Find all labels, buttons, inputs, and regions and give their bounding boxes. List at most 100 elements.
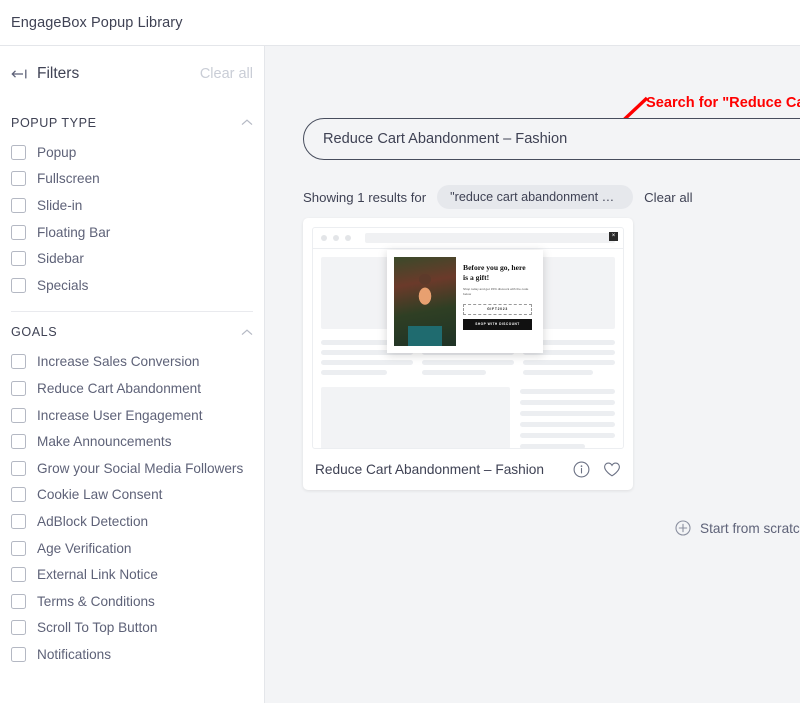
filter-option-specials[interactable]: Specials — [11, 272, 253, 299]
filter-option-scroll-to-top-button[interactable]: Scroll To Top Button — [11, 615, 253, 642]
window-titlebar: EngageBox Popup Library — [0, 0, 800, 46]
filter-option-grow-your-social-media-followers[interactable]: Grow your Social Media Followers — [11, 455, 253, 482]
filter-label: Cookie Law Consent — [37, 487, 163, 503]
filter-option-increase-sales-conversion[interactable]: Increase Sales Conversion — [11, 349, 253, 376]
close-icon[interactable]: × — [609, 232, 618, 241]
filter-label: Notifications — [37, 646, 112, 662]
filter-label: Reduce Cart Abandonment — [37, 380, 201, 396]
filter-option-adblock-detection[interactable]: AdBlock Detection — [11, 508, 253, 535]
template-card-footer: Reduce Cart Abandonment – Fashion — [312, 449, 624, 489]
popup-library-window: EngageBox Popup Library Filters Clear al… — [0, 0, 800, 703]
section-title-goals: GOALS — [11, 325, 58, 340]
heart-outline-icon[interactable] — [603, 461, 621, 478]
checkbox-sidebar[interactable] — [11, 251, 26, 267]
popup-headline: Before you go, here is a gift! — [463, 263, 526, 282]
section-title-popup-type: POPUP TYPE — [11, 115, 97, 130]
results-count-text: Showing 1 results for — [303, 189, 427, 205]
checkbox-fullscreen[interactable] — [11, 171, 26, 187]
skeleton-line — [520, 389, 615, 394]
checkbox-popup[interactable] — [11, 144, 26, 160]
checkbox-adblock-detection[interactable] — [11, 513, 26, 529]
filter-option-floating-bar[interactable]: Floating Bar — [11, 219, 253, 246]
search-query-chip[interactable]: "reduce cart abandonment – fas… — [437, 185, 634, 209]
skeleton-line — [422, 360, 514, 365]
annotation-text: Search for "Reduce Cart Abandonment – Fa… — [646, 95, 800, 111]
checkbox-specials[interactable] — [11, 277, 26, 293]
checkbox-external-link-notice[interactable] — [11, 567, 26, 583]
filter-label: Sidebar — [37, 251, 84, 267]
checkbox-reduce-cart-abandonment[interactable] — [11, 380, 26, 396]
filter-option-notifications[interactable]: Notifications — [11, 641, 253, 668]
checkbox-scroll-to-top-button[interactable] — [11, 620, 26, 636]
skeleton-line — [321, 370, 388, 375]
filter-label: Terms & Conditions — [37, 593, 155, 609]
template-card-title: Reduce Cart Abandonment – Fashion — [315, 461, 545, 477]
checkbox-terms-and-conditions[interactable] — [11, 593, 26, 609]
template-preview: Before you go, here is a gift! Shop toda… — [312, 227, 624, 449]
filter-option-external-link-notice[interactable]: External Link Notice — [11, 561, 253, 588]
filter-option-fullscreen[interactable]: Fullscreen — [11, 166, 253, 193]
filter-label: Specials — [37, 277, 89, 293]
sidebar-clear-all-button[interactable]: Clear all — [200, 66, 253, 82]
filter-option-terms-and-conditions[interactable]: Terms & Conditions — [11, 588, 253, 615]
filter-label: Slide-in — [37, 197, 83, 213]
filter-option-popup[interactable]: Popup — [11, 139, 253, 166]
filter-label: Popup — [37, 144, 77, 160]
checkbox-floating-bar[interactable] — [11, 224, 26, 240]
skeleton-line — [520, 400, 615, 405]
popup-subtext: Shop today and get 15% discount with the… — [463, 287, 529, 297]
popup-type-options: Popup Fullscreen Slide-in Floating Bar S… — [11, 139, 253, 299]
info-circle-icon[interactable] — [573, 461, 590, 478]
browser-mockup-bar — [313, 228, 623, 249]
checkbox-make-announcements[interactable] — [11, 434, 26, 450]
browser-dot-icon — [333, 235, 339, 241]
filter-label: Floating Bar — [37, 224, 111, 240]
filter-option-reduce-cart-abandonment[interactable]: Reduce Cart Abandonment — [11, 375, 253, 402]
filters-label: Filters — [37, 65, 80, 82]
checkbox-age-verification[interactable] — [11, 540, 26, 556]
filter-label: Scroll To Top Button — [37, 620, 158, 636]
filter-label: Increase User Engagement — [37, 407, 203, 423]
filter-option-slide-in[interactable]: Slide-in — [11, 192, 253, 219]
skeleton-line — [422, 370, 487, 375]
plus-circle-icon — [675, 520, 691, 536]
filter-label: AdBlock Detection — [37, 513, 149, 529]
browser-address-bar — [365, 233, 615, 243]
section-header-popup-type[interactable]: POPUP TYPE — [11, 106, 253, 139]
template-browser-panel: Search for "Reduce Cart Abandonment – Fa… — [265, 46, 800, 703]
skeleton-line — [520, 411, 615, 416]
filter-label: Grow your Social Media Followers — [37, 460, 244, 476]
template-card[interactable]: Before you go, here is a gift! Shop toda… — [303, 218, 633, 490]
skeleton-line — [321, 360, 413, 365]
filter-option-sidebar[interactable]: Sidebar — [11, 245, 253, 272]
checkbox-cookie-law-consent[interactable] — [11, 487, 26, 503]
checkbox-grow-your-social-media-followers[interactable] — [11, 460, 26, 476]
checkbox-increase-sales-conversion[interactable] — [11, 354, 26, 370]
filter-label: Make Announcements — [37, 434, 172, 450]
filter-label: Fullscreen — [37, 171, 100, 187]
skeleton-line — [520, 444, 585, 448]
popup-coupon-code: GIFT2023 — [463, 303, 532, 315]
checkbox-increase-user-engagement[interactable] — [11, 407, 26, 423]
section-header-goals[interactable]: GOALS — [11, 316, 253, 349]
checkbox-slide-in[interactable] — [11, 197, 26, 213]
browser-dot-icon — [321, 235, 327, 241]
chevron-up-icon[interactable] — [241, 119, 253, 126]
results-clear-all-button[interactable]: Clear all — [644, 190, 692, 205]
start-from-scratch-button[interactable]: Start from scratch — [675, 520, 800, 536]
search-input[interactable] — [303, 118, 800, 160]
mock-lower-section — [321, 387, 615, 448]
popup-model-image — [394, 257, 456, 346]
sidebar-divider — [11, 310, 253, 312]
checkbox-notifications[interactable] — [11, 646, 26, 662]
filter-option-cookie-law-consent[interactable]: Cookie Law Consent — [11, 482, 253, 509]
chevron-up-icon[interactable] — [241, 328, 253, 336]
filters-header: Filters Clear all — [11, 46, 253, 102]
filter-option-age-verification[interactable]: Age Verification — [11, 535, 253, 562]
skeleton-line — [523, 360, 615, 365]
filter-option-increase-user-engagement[interactable]: Increase User Engagement — [11, 402, 253, 429]
filter-label: External Link Notice — [37, 567, 158, 583]
collapse-left-icon[interactable] — [11, 68, 28, 81]
skeleton-line — [523, 370, 593, 375]
filter-option-make-announcements[interactable]: Make Announcements — [11, 428, 253, 455]
